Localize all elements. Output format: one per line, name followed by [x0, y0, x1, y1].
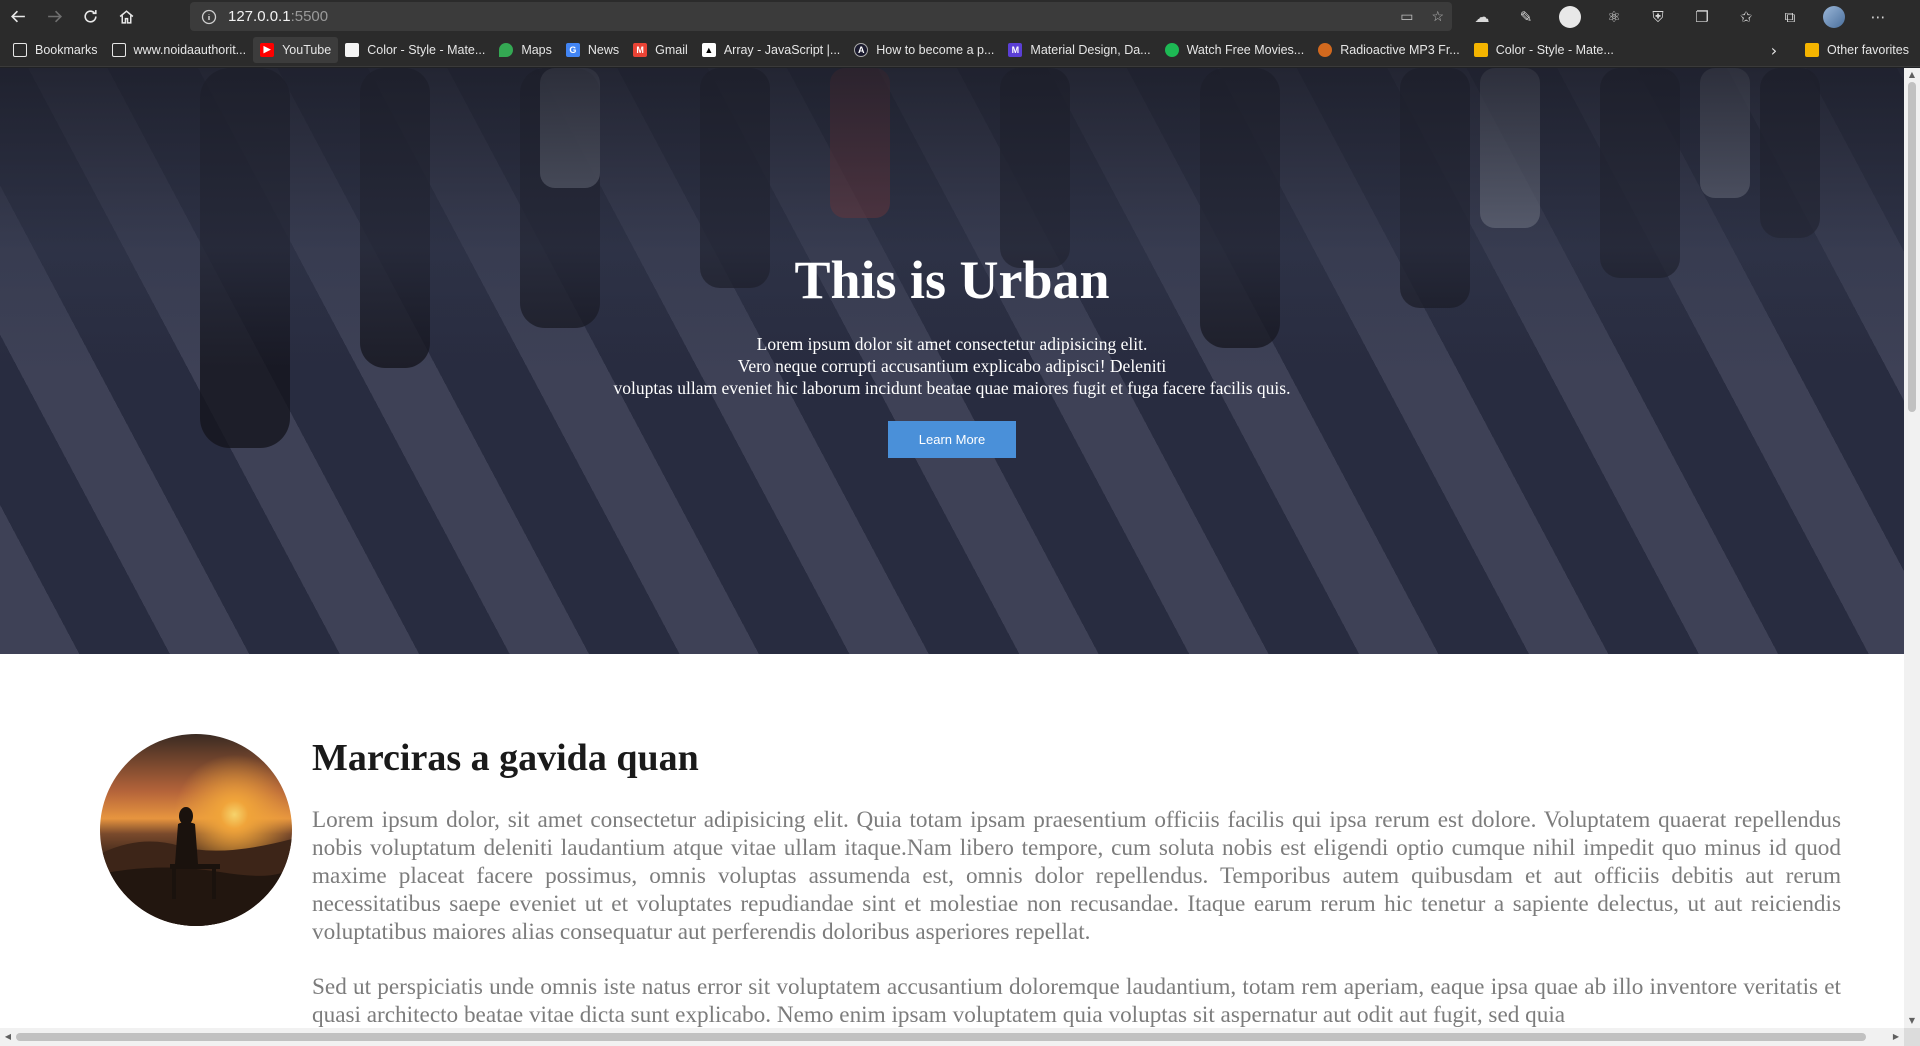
home-icon [119, 10, 133, 24]
bookmark-page-icon [13, 42, 27, 57]
hero-title: This is Urban [794, 250, 1110, 310]
vertical-scroll-thumb[interactable] [1908, 82, 1916, 412]
bookmark-item[interactable]: ▲ Array - JavaScript |... [695, 37, 847, 63]
bookmark-item[interactable]: Maps [492, 37, 559, 63]
pen-extension-icon[interactable]: ✎ [1504, 0, 1548, 33]
favorites-icon[interactable]: ✩ [1724, 0, 1768, 33]
scroll-up-icon[interactable]: ▲ [1904, 68, 1920, 82]
hero-text-line: Vero neque corrupti accusantium explicab… [737, 355, 1167, 376]
copy-extension-icon[interactable]: ❐ [1680, 0, 1724, 33]
bookmark-item[interactable]: www.noidaauthorit... [105, 37, 254, 63]
arrow-right-icon [47, 10, 62, 23]
other-favorites-folder[interactable]: Other favorites [1798, 37, 1916, 63]
horizontal-scroll-thumb[interactable] [16, 1033, 1866, 1041]
gmail-icon: M [633, 42, 648, 57]
bookmark-item[interactable]: M Gmail [626, 37, 695, 63]
bookmark-item[interactable]: Color - Style - Mate... [1467, 37, 1621, 63]
home-button[interactable] [108, 0, 144, 33]
collections-icon[interactable]: ⧉ [1768, 0, 1812, 33]
hero-text-line: voluptas ullam eveniet hic laborum incid… [613, 377, 1291, 398]
cloud-extension-icon[interactable]: ☁ [1460, 0, 1504, 33]
url-host: 127.0.0.1 [228, 8, 291, 25]
bookmark-item[interactable]: G News [559, 37, 626, 63]
scroll-down-icon[interactable]: ▼ [1904, 1014, 1920, 1028]
refresh-icon [83, 10, 97, 23]
scroll-right-icon[interactable]: ▶ [1888, 1028, 1904, 1046]
shield-extension-icon[interactable]: ⛨ [1636, 0, 1680, 33]
add-favorite-icon[interactable]: ☆ [1431, 8, 1444, 25]
vertical-scrollbar[interactable]: ▲ ▼ [1904, 68, 1920, 1028]
md-icon: M [1008, 42, 1023, 57]
circle-extension-icon[interactable] [1548, 0, 1592, 33]
page-icon [111, 42, 126, 57]
folder-color-icon [1473, 42, 1488, 57]
browser-toolbar: 127.0.0.1:5500 ▭ ☆ ☁ ✎ ⚛ ⛨ ❐ ✩ ⧉ ⋯ [0, 0, 1920, 33]
section-paragraph: Sed ut perspiciatis unde omnis iste natu… [312, 974, 1841, 1028]
horizontal-scrollbar[interactable]: ◀ ▶ [0, 1028, 1904, 1046]
paw-icon [1318, 42, 1333, 57]
bookmark-item[interactable]: Radioactive MP3 Fr... [1311, 37, 1467, 63]
reader-mode-icon[interactable]: ▭ [1400, 8, 1413, 25]
bookmark-item[interactable]: Watch Free Movies... [1158, 37, 1312, 63]
hero-section: This is Urban Lorem ipsum dolor sit amet… [0, 68, 1904, 654]
profile-avatar[interactable] [1812, 0, 1856, 33]
extensions-area: ☁ ✎ ⚛ ⛨ ❐ ✩ ⧉ ⋯ [1460, 0, 1900, 33]
learn-more-button[interactable]: Learn More [888, 420, 1016, 458]
bookmark-item[interactable]: ▶ YouTube [253, 36, 339, 63]
address-bar[interactable]: 127.0.0.1:5500 ▭ ☆ [190, 2, 1452, 31]
a-icon: A [854, 42, 869, 57]
section-paragraph: Lorem ipsum dolor, sit amet consectetur … [312, 807, 1841, 945]
person-sunset-image [100, 734, 292, 926]
refresh-button[interactable] [72, 0, 108, 33]
movie-icon [1164, 42, 1179, 57]
back-button[interactable] [0, 0, 36, 33]
page-viewport: This is Urban Lorem ipsum dolor sit amet… [0, 68, 1904, 1028]
bookmark-item[interactable]: Bookmarks [6, 37, 105, 63]
maps-icon [499, 42, 514, 57]
bookmark-item[interactable]: Color - Style - Mate... [338, 37, 492, 63]
silhouette-figure [100, 807, 292, 926]
content-section: Marciras a gavida quan Lorem ipsum dolor… [0, 654, 1904, 1028]
mdn-icon: ▲ [701, 42, 716, 57]
react-extension-icon[interactable]: ⚛ [1592, 0, 1636, 33]
hero-text-line: Lorem ipsum dolor sit amet consectetur a… [756, 333, 1148, 354]
youtube-icon: ▶ [260, 42, 275, 57]
forward-button[interactable] [36, 0, 72, 33]
site-info-icon[interactable] [190, 9, 228, 25]
hero-content: This is Urban Lorem ipsum dolor sit amet… [0, 248, 1904, 458]
folder-icon [1805, 43, 1819, 57]
section-title: Marciras a gavida quan [312, 737, 699, 779]
scroll-left-icon[interactable]: ◀ [0, 1028, 16, 1046]
bookmark-item[interactable]: M Material Design, Da... [1001, 37, 1157, 63]
material-icon [345, 42, 360, 57]
scrollbar-corner [1904, 1028, 1920, 1046]
url-port: :5500 [290, 8, 329, 25]
news-icon: G [565, 42, 580, 57]
arrow-left-icon [10, 10, 25, 23]
chevron-right-icon[interactable]: › [1762, 33, 1786, 67]
hero-text: Lorem ipsum dolor sit amet consectetur a… [0, 333, 1904, 399]
bookmarks-bar: Bookmarks www.noidaauthorit... ▶ YouTube … [0, 33, 1920, 67]
more-menu-icon[interactable]: ⋯ [1856, 0, 1900, 33]
bookmark-item[interactable]: A How to become a p... [847, 37, 1001, 63]
